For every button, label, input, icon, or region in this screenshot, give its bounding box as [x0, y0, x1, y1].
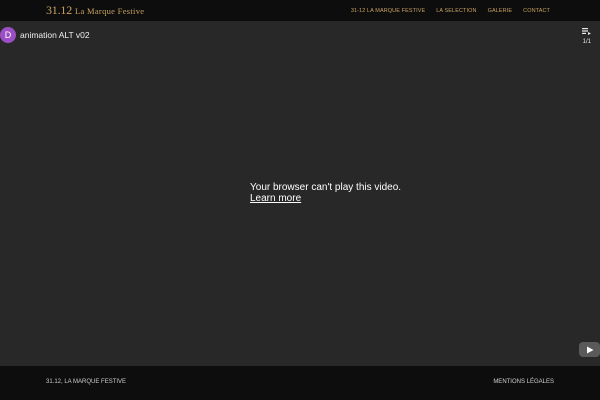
learn-more-link[interactable]: Learn more: [250, 193, 401, 204]
main-nav: 31-12 LA MARQUE FESTIVE LA SELECTION GAL…: [351, 0, 550, 21]
video-error: Your browser can't play this video. Lear…: [250, 182, 401, 204]
error-message: Your browser can't play this video.: [250, 182, 402, 193]
logo-number: 31.12: [46, 3, 73, 17]
playlist-icon[interactable]: [582, 28, 591, 36]
channel-avatar[interactable]: D: [0, 27, 16, 43]
nav-item-marque-festive[interactable]: 31-12 LA MARQUE FESTIVE: [351, 8, 425, 14]
video-player[interactable]: D animation ALT v02 1/1 Your browser can…: [0, 21, 600, 366]
nav-item-selection[interactable]: LA SELECTION: [436, 8, 476, 14]
play-triangle-icon: [586, 346, 593, 353]
video-title[interactable]: animation ALT v02: [20, 30, 90, 40]
footer-copyright: 31.12, LA MARQUE FESTIVE: [46, 379, 127, 385]
site-logo[interactable]: 31.12 La Marque Festive: [46, 3, 144, 18]
site-header: 31.12 La Marque Festive 31-12 LA MARQUE …: [0, 0, 600, 21]
playlist-count: 1/1: [582, 39, 591, 45]
logo-text: La Marque Festive: [75, 6, 145, 16]
site-footer: 31.12, LA MARQUE FESTIVE MENTIONS LÉGALE…: [0, 366, 600, 400]
nav-item-galerie[interactable]: GALERIE: [488, 8, 513, 14]
legal-notice-link[interactable]: MENTIONS LÉGALES: [493, 379, 554, 385]
youtube-logo-icon[interactable]: [579, 342, 600, 357]
nav-item-contact[interactable]: CONTACT: [523, 8, 550, 14]
